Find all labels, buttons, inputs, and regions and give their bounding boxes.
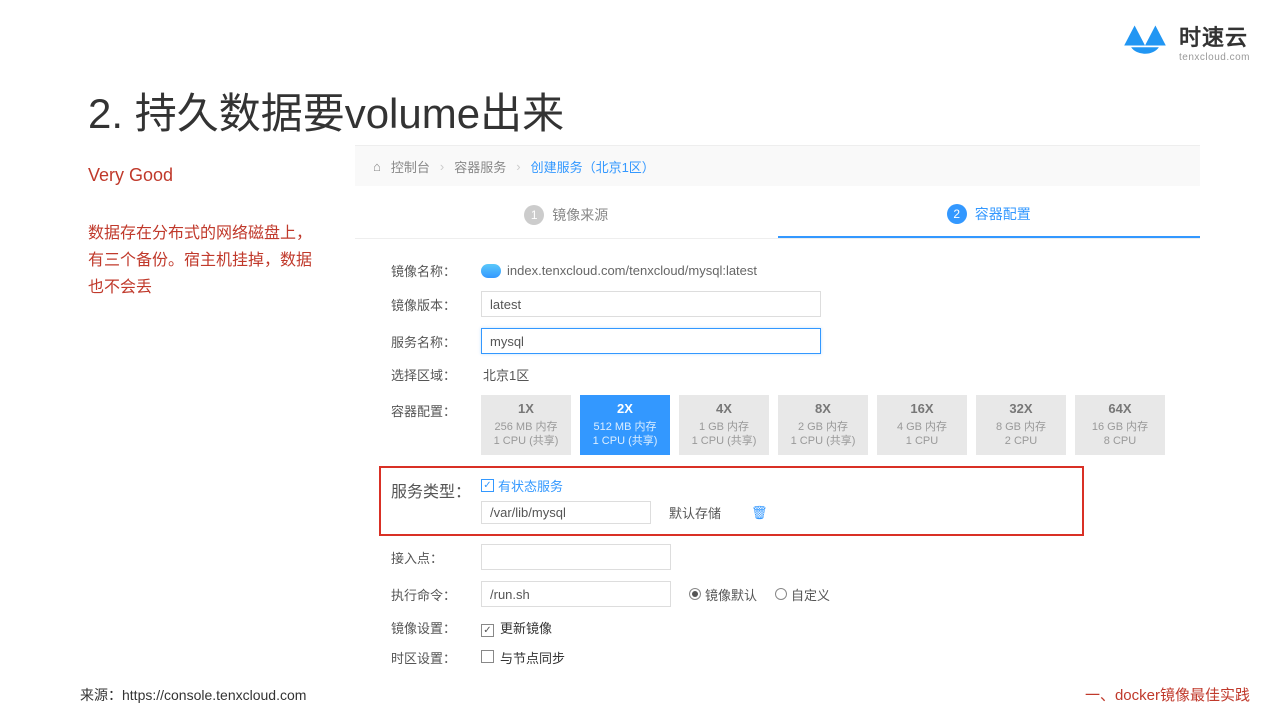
entry-input[interactable]: [481, 544, 671, 570]
tier-8x[interactable]: 8X2 GB 内存1 CPU (共享): [778, 395, 868, 455]
stateful-checkbox[interactable]: ✓有状态服务: [481, 476, 1072, 495]
tier-options: 1X256 MB 内存1 CPU (共享) 2X512 MB 内存1 CPU (…: [481, 395, 1165, 455]
entry-label: 接入点：: [391, 548, 481, 567]
step-1[interactable]: 1镜像来源: [355, 204, 778, 238]
form-area: 镜像名称： index.tenxcloud.com/tenxcloud/mysq…: [355, 251, 1200, 667]
breadcrumb-mid[interactable]: 容器服务: [454, 157, 506, 176]
image-version-input[interactable]: [481, 291, 821, 317]
service-type-highlight: 服务类型： ✓有状态服务 /var/lib/mysql 默认存储 🗑: [379, 466, 1084, 536]
cmd-input[interactable]: [481, 581, 671, 607]
volume-path-input[interactable]: /var/lib/mysql: [481, 501, 651, 524]
tier-64x[interactable]: 64X16 GB 内存8 CPU: [1075, 395, 1165, 455]
tz-sync-checkbox[interactable]: 与节点同步: [481, 648, 565, 667]
tier-label: 容器配置：: [391, 395, 481, 420]
tier-4x[interactable]: 4X1 GB 内存1 CPU (共享): [679, 395, 769, 455]
breadcrumb-home[interactable]: 控制台: [391, 157, 430, 176]
description-text: 数据存在分布式的网络磁盘上，有三个备份。宿主机挂掉，数据也不会丢: [88, 220, 318, 302]
breadcrumb-current[interactable]: 创建服务（北京1区）: [531, 157, 655, 176]
region-label: 选择区域：: [391, 365, 481, 384]
home-icon[interactable]: ⌂: [373, 159, 381, 174]
update-image-checkbox[interactable]: ✓更新镜像: [481, 618, 552, 637]
image-version-label: 镜像版本：: [391, 295, 481, 314]
radio-custom[interactable]: 自定义: [775, 585, 830, 604]
tier-16x[interactable]: 16X4 GB 内存1 CPU: [877, 395, 967, 455]
breadcrumb: ⌂ 控制台 › 容器服务 › 创建服务（北京1区）: [355, 146, 1200, 186]
image-name-value: index.tenxcloud.com/tenxcloud/mysql:late…: [481, 263, 757, 278]
image-name-label: 镜像名称：: [391, 261, 481, 280]
step-2[interactable]: 2容器配置: [778, 204, 1201, 238]
service-type-label: 服务类型：: [391, 476, 481, 502]
logo-subtext: tenxcloud.com: [1179, 52, 1250, 63]
logo-text: 时速云: [1179, 20, 1250, 52]
wizard-steps: 1镜像来源 2容器配置: [355, 204, 1200, 239]
volume-storage[interactable]: 默认存储: [669, 503, 721, 522]
image-set-label: 镜像设置：: [391, 618, 481, 637]
logo-icon: [1119, 21, 1171, 63]
cloud-icon: [481, 264, 501, 278]
service-name-input[interactable]: [481, 328, 821, 354]
trash-icon[interactable]: 🗑: [751, 505, 768, 521]
cmd-label: 执行命令：: [391, 585, 481, 604]
region-value: 北京1区: [481, 365, 529, 384]
tier-1x[interactable]: 1X256 MB 内存1 CPU (共享): [481, 395, 571, 455]
brand-logo: 时速云 tenxcloud.com: [1119, 20, 1250, 63]
chapter-footer: 一、docker镜像最佳实践: [1085, 684, 1250, 705]
tier-32x[interactable]: 32X8 GB 内存2 CPU: [976, 395, 1066, 455]
source-footer: 来源：https://console.tenxcloud.com: [80, 685, 306, 705]
console-panel: ⌂ 控制台 › 容器服务 › 创建服务（北京1区） 1镜像来源 2容器配置 镜像…: [355, 145, 1200, 685]
tier-2x[interactable]: 2X512 MB 内存1 CPU (共享): [580, 395, 670, 455]
rating-text: Very Good: [88, 165, 173, 186]
service-name-label: 服务名称：: [391, 332, 481, 351]
tz-label: 时区设置：: [391, 648, 481, 667]
radio-default[interactable]: 镜像默认: [689, 585, 757, 604]
page-title: 2. 持久数据要volume出来: [88, 80, 564, 141]
